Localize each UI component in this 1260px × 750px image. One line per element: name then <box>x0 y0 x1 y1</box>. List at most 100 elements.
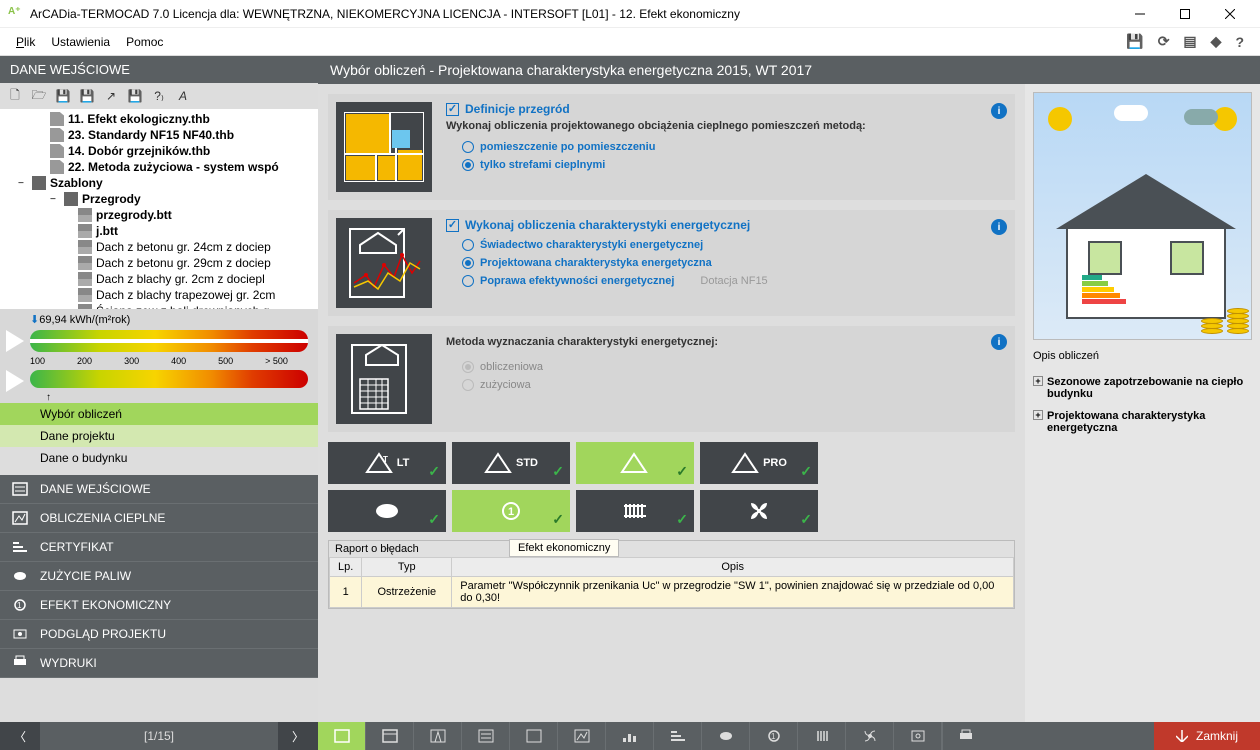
tree-item[interactable]: 23. Standardy NF15 NF40.thb <box>0 127 318 143</box>
bottom-icon-11[interactable] <box>798 722 846 750</box>
minimize-button[interactable] <box>1117 0 1162 28</box>
bottom-icon-12[interactable] <box>846 722 894 750</box>
tree-item[interactable]: Dach z betonu gr. 29cm z dociep <box>0 255 318 271</box>
export-icon[interactable]: ↗ <box>102 87 120 105</box>
book-icon[interactable]: ◆ <box>1211 33 1222 50</box>
layer-icon <box>78 288 92 302</box>
info-icon[interactable]: i <box>991 103 1007 119</box>
menu-pomoc[interactable]: Pomoc <box>126 35 163 49</box>
left-header: DANE WEJŚCIOWE <box>0 56 318 83</box>
tile-std[interactable]: STD✓ <box>452 442 570 484</box>
section-wydruki[interactable]: WYDRUKI <box>0 649 318 678</box>
nav-item[interactable]: Dane projektu <box>0 425 318 447</box>
bottom-icon-4[interactable] <box>462 722 510 750</box>
section-obliczenia-cieplne[interactable]: OBLICZENIA CIEPLNE <box>0 504 318 533</box>
layer-icon <box>78 208 92 222</box>
section-icon <box>10 655 30 671</box>
bottom-icon-5[interactable] <box>510 722 558 750</box>
tile-radiator[interactable]: ✓ <box>576 490 694 532</box>
tile-lt[interactable]: TLT✓ <box>328 442 446 484</box>
nav-item[interactable]: Dane o budynku <box>0 447 318 469</box>
menu-ustawienia[interactable]: Ustawienia <box>51 35 110 49</box>
bottom-icon-6[interactable] <box>558 722 606 750</box>
file-icon <box>50 112 64 126</box>
tree-item[interactable]: 22. Metoda zużyciowa - system wspó <box>0 159 318 175</box>
nav-item[interactable]: Wybór obliczeń <box>0 403 318 425</box>
section-dane-wejściowe[interactable]: DANE WEJŚCIOWE <box>0 475 318 504</box>
tree-item[interactable]: − Szablony <box>0 175 318 191</box>
bottom-icon-2[interactable] <box>366 722 414 750</box>
refresh-icon[interactable]: ⟳ <box>1158 33 1170 50</box>
file-icon <box>50 128 64 142</box>
bottom-icon-10[interactable]: 1 <box>750 722 798 750</box>
maximize-button[interactable] <box>1162 0 1207 28</box>
tile-pro[interactable]: PRO✓ <box>700 442 818 484</box>
tile-1[interactable]: 1✓ <box>452 490 570 532</box>
radio-zuzyciowa <box>462 379 474 391</box>
bottom-icon-9[interactable] <box>702 722 750 750</box>
tile-fan[interactable]: ✓ <box>700 490 818 532</box>
section-efekt-ekonomiczny[interactable]: 1EFEKT EKONOMICZNY <box>0 591 318 620</box>
wizard-icon[interactable]: ?₎ <box>150 87 168 105</box>
tree-item[interactable]: Ściana zew z bali drewnianych g <box>0 303 318 309</box>
tree-label: Dach z blachy trapezowej gr. 2cm <box>96 288 275 302</box>
info-icon[interactable]: i <box>991 334 1007 350</box>
tree-item[interactable]: Dach z betonu gr. 24cm z dociep <box>0 239 318 255</box>
help-icon[interactable]: ? <box>1235 34 1244 50</box>
block1-check[interactable] <box>446 103 459 116</box>
tile-selected[interactable]: ✓ <box>576 442 694 484</box>
save-icon[interactable]: 💾 <box>1126 33 1143 50</box>
bottom-icon-7[interactable] <box>606 722 654 750</box>
tree-expander[interactable]: − <box>50 194 60 205</box>
section-icon <box>10 510 30 526</box>
app-icon: A⁺ <box>8 6 24 22</box>
info-icon[interactable]: i <box>991 219 1007 235</box>
bottom-icon-1[interactable] <box>318 722 366 750</box>
close-button[interactable] <box>1207 0 1252 28</box>
tree-expander[interactable]: − <box>18 178 28 189</box>
font-icon[interactable]: A <box>174 87 192 105</box>
section-podgląd-projektu[interactable]: PODGLĄD PROJEKTU <box>0 620 318 649</box>
section-icon <box>10 481 30 497</box>
tree-item[interactable]: j.btt <box>0 223 318 239</box>
expand-icon[interactable]: + <box>1033 410 1043 420</box>
energy-value: 69,94 kWh/(m²rok) <box>39 314 130 326</box>
file-tree[interactable]: 11. Efekt ekologiczny.thb23. Standardy N… <box>0 109 318 309</box>
bottom-icon-13[interactable] <box>894 722 942 750</box>
tree-item[interactable]: 11. Efekt ekologiczny.thb <box>0 111 318 127</box>
bottom-icon-3[interactable] <box>414 722 462 750</box>
prev-page-button[interactable]: 〈 <box>0 722 40 750</box>
tree-item[interactable]: Dach z blachy trapezowej gr. 2cm <box>0 287 318 303</box>
open-icon[interactable]: 🗁 <box>30 87 48 105</box>
tree-item[interactable]: przegrody.btt <box>0 207 318 223</box>
tree-item[interactable]: −Przegrody <box>0 191 318 207</box>
expand-icon[interactable]: + <box>1033 376 1043 386</box>
block2-check[interactable] <box>446 219 459 232</box>
tree-label: Szablony <box>50 176 103 190</box>
tree-item[interactable]: Dach z blachy gr. 2cm z dociepl <box>0 271 318 287</box>
radio-efficiency[interactable] <box>462 275 474 287</box>
energy-scale: 100200300400500> 500 <box>6 356 312 366</box>
radio-zones-only[interactable] <box>462 159 474 171</box>
error-row[interactable]: 1 Ostrzeżenie Parametr "Współczynnik prz… <box>330 577 1014 608</box>
tree-label: Dach z betonu gr. 24cm z dociep <box>96 240 271 254</box>
tree-item[interactable]: 14. Dobór grzejników.thb <box>0 143 318 159</box>
save-tpl-icon[interactable]: 💾 <box>126 87 144 105</box>
new-file-icon[interactable]: 🗋 <box>6 87 24 105</box>
radio-cert[interactable] <box>462 239 474 251</box>
radio-obliczeniowa <box>462 361 474 373</box>
tile-eco[interactable]: ✓ <box>328 490 446 532</box>
next-page-button[interactable]: 〉 <box>278 722 318 750</box>
save-as-icon[interactable]: 💾 <box>78 87 96 105</box>
print-button[interactable] <box>942 722 989 750</box>
close-panel-button[interactable]: Zamknij <box>1154 722 1260 750</box>
bottom-icon-8[interactable] <box>654 722 702 750</box>
tooltip: Efekt ekonomiczny <box>509 539 619 557</box>
section-zużycie-paliw[interactable]: ZUŻYCIE PALIW <box>0 562 318 591</box>
section-certyfikat[interactable]: CERTYFIKAT <box>0 533 318 562</box>
radio-design-char[interactable] <box>462 257 474 269</box>
save2-icon[interactable]: 💾 <box>54 87 72 105</box>
doc-icon[interactable]: ▤ <box>1183 33 1196 50</box>
menu-plik[interactable]: Plik <box>16 35 35 49</box>
radio-room-by-room[interactable] <box>462 141 474 153</box>
